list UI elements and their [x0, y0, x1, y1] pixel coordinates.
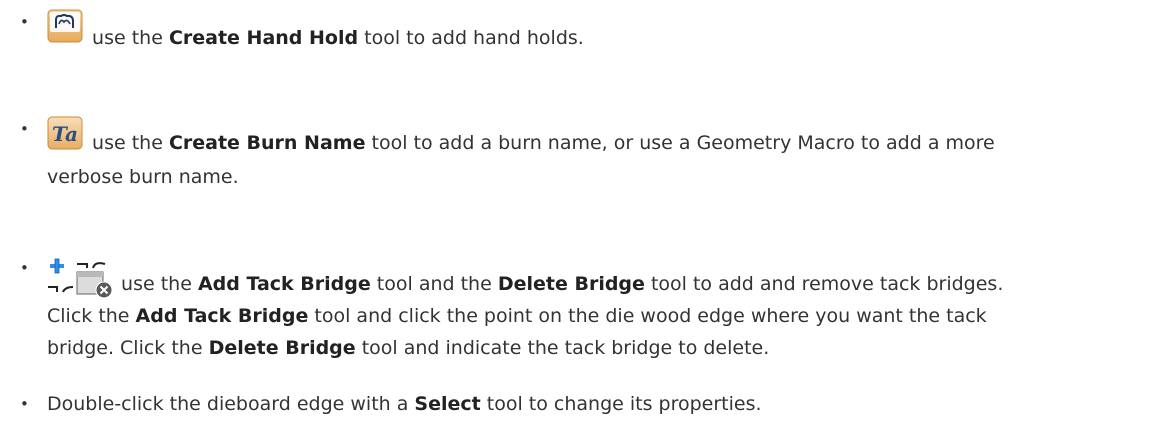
item-2-seg-0: use the [86, 132, 169, 154]
delete-bridge-label: Delete Bridge [497, 273, 645, 295]
item-3-line3-seg-0: bridge. Click the [47, 337, 209, 359]
burn-name-icon: Ta [46, 113, 86, 159]
item-3-seg-0: use the [115, 273, 198, 295]
item-4-seg-0: Double-click the dieboard edge with a [47, 393, 415, 415]
hand-hold-icon [46, 6, 86, 54]
bullet: • [20, 13, 29, 31]
item-3-line2-seg-0: Click the [47, 305, 136, 327]
bullet: • [20, 120, 29, 138]
item-2-line-2: verbose burn name. [47, 166, 239, 188]
create-hand-hold-label: Create Hand Hold [168, 27, 359, 49]
item-3-line3-seg-2: tool and indicate the tack bridge to del… [355, 337, 770, 359]
delete-bridge-label-2: Delete Bridge [208, 337, 356, 359]
item-2-seg-2: tool to add a burn name, or use a Geomet… [365, 132, 995, 154]
add-tack-bridge-icon[interactable] [47, 256, 75, 300]
add-tack-bridge-label: Add Tack Bridge [197, 273, 371, 295]
bullet: • [20, 395, 29, 413]
item-3-line2-seg-2: tool and click the point on the die wood… [308, 305, 987, 327]
create-burn-name-label: Create Burn Name [168, 132, 366, 154]
item-4-seg-2: tool to change its properties. [480, 393, 762, 415]
select-label: Select [414, 393, 481, 415]
svg-text:Ta: Ta [52, 122, 78, 146]
delete-bridge-icon[interactable] [75, 252, 115, 300]
item-1-seg-0: use the [86, 27, 169, 49]
bullet: • [20, 259, 29, 277]
item-3-seg-4: tool to add and remove tack bridges. [644, 273, 1004, 295]
item-3-seg-2: tool and the [370, 273, 498, 295]
add-tack-bridge-label-2: Add Tack Bridge [135, 305, 309, 327]
item-1-seg-2: tool to add hand holds. [358, 27, 584, 49]
